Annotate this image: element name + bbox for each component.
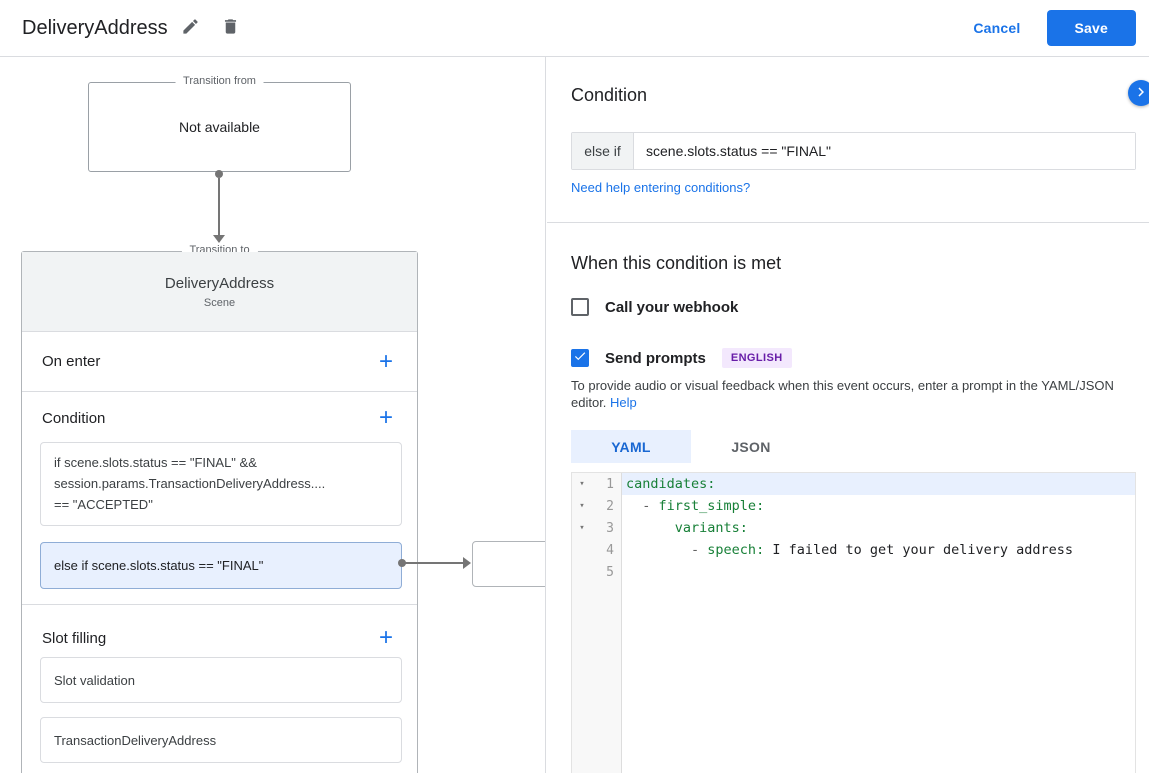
editor-code[interactable]: candidates: - first_simple: variants: - … [622,473,1135,773]
line-number: 4 [606,542,614,558]
help-link[interactable]: Help [610,395,637,410]
condition-editor-panel: Condition else if Need help entering con… [547,57,1149,773]
section-divider [22,604,417,605]
code-line[interactable]: variants: [622,517,1135,539]
panel-title: Condition [571,85,648,105]
code-token-plain: I failed to get your delivery address [764,542,1074,558]
chevron-right-icon [1132,83,1149,104]
webhook-label[interactable]: Call your webhook [605,299,738,316]
slot-item-1[interactable]: Slot validation [40,657,402,703]
editor-gutter-line: 5 [572,561,621,583]
connector-arrowhead [213,235,225,243]
line-number: 3 [606,520,614,536]
condition-prefix-label: else if [572,133,634,169]
code-line[interactable] [622,561,1135,583]
webhook-option-row: Call your webhook [571,298,738,316]
checkmark-icon [573,349,587,368]
transition-target-box[interactable] [472,541,545,587]
page-title: DeliveryAddress [22,16,168,39]
editor-gutter: ▾ 1 ▾ 2 ▾ 3 4 5 [572,473,622,773]
editor-gutter-line: ▾ 2 [572,495,621,517]
code-token-meta: - [642,498,659,514]
code-line[interactable]: - speech: I failed to get your delivery … [622,539,1135,561]
slot-filling-label: Slot filling [42,629,107,647]
send-prompts-label[interactable]: Send prompts [605,350,706,367]
delete-button[interactable] [214,11,248,45]
collapse-panel-button[interactable] [1128,80,1149,106]
trash-icon [221,17,240,39]
send-prompts-checkbox[interactable] [571,349,589,367]
add-on-enter-button[interactable]: + [375,349,397,374]
panel-divider [547,222,1149,223]
yaml-code-editor[interactable]: ▾ 1 ▾ 2 ▾ 3 4 5 candidates: - first_simple: var… [571,472,1136,773]
fold-arrow-icon[interactable]: ▾ [575,523,589,533]
condition-section-header: Condition + [22,392,417,444]
condition-help-link[interactable]: Need help entering conditions? [571,180,750,195]
code-line[interactable]: candidates: [622,473,1135,495]
tab-yaml[interactable]: YAML [571,430,691,463]
line-number: 1 [606,476,614,492]
transition-from-box: Transition from Not available [88,75,351,172]
condition-met-title: When this condition is met [571,253,782,273]
slot-item-2[interactable]: TransactionDeliveryAddress [40,717,402,763]
editor-gutter-line: ▾ 3 [572,517,621,539]
condition-section-label: Condition [42,409,106,427]
add-slot-button[interactable]: + [375,626,397,650]
scene-title: DeliveryAddress [164,275,275,292]
editor-gutter-line: ▾ 1 [572,473,621,495]
prompts-description-text: To provide audio or visual feedback when… [571,378,1114,410]
on-enter-label: On enter [42,353,101,370]
scene-card: Transition to DeliveryAddress Scene On e… [21,244,418,773]
line-number: 2 [606,498,614,514]
scene-diagram-panel: Transition from Not available Transition… [0,57,546,773]
transition-from-content: Not available [179,119,260,135]
cancel-button[interactable]: Cancel [973,20,1020,36]
fold-arrow-icon[interactable]: ▾ [575,501,589,511]
editor-gutter-line: 4 [572,539,621,561]
editor-format-tabs: YAML JSON [571,430,811,463]
language-badge: ENGLISH [721,348,792,368]
code-token-key: candidates: [626,476,716,492]
transition-from-label: Transition from [175,75,264,87]
fold-arrow-icon[interactable]: ▾ [575,479,589,489]
line-number: 5 [606,564,614,580]
header: DeliveryAddress Cancel Save [0,0,1149,57]
code-line[interactable]: - first_simple: [622,495,1135,517]
condition-connector-line [405,562,463,564]
webhook-checkbox[interactable] [571,298,589,316]
on-enter-row: On enter + [22,332,417,392]
connector-line [218,178,220,235]
condition-expression-input[interactable] [634,133,1135,169]
condition-item-1[interactable]: if scene.slots.status == "FINAL" && sess… [40,442,402,526]
code-token-meta: - [691,542,708,558]
connector-dot [215,170,223,178]
prompts-description: To provide audio or visual feedback when… [571,377,1127,411]
edit-button[interactable] [174,11,208,45]
condition-expression-row: else if [571,132,1136,170]
condition-item-2-selected[interactable]: else if scene.slots.status == "FINAL" [40,542,402,589]
code-token-key: speech: [707,542,765,558]
condition-connector-arrowhead [463,557,471,569]
add-condition-button[interactable]: + [375,406,397,430]
code-token-key: variants: [674,520,748,536]
scene-card-header[interactable]: DeliveryAddress Scene [22,252,417,332]
tab-json[interactable]: JSON [691,430,811,463]
save-button[interactable]: Save [1046,10,1136,46]
slot-filling-section-header: Slot filling + [22,614,417,662]
pencil-icon [181,17,200,39]
code-token-key: first_simple: [658,498,765,514]
prompts-option-row: Send prompts ENGLISH [571,348,792,368]
scene-subtitle: Scene [203,297,236,309]
